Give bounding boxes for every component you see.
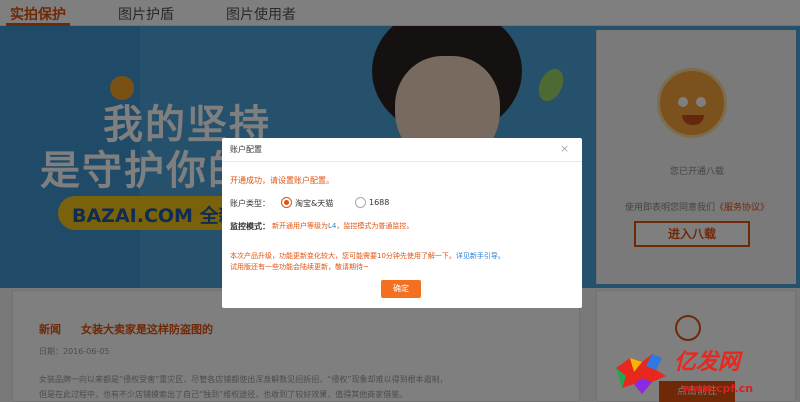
- dialog-title: 账户配置: [230, 145, 262, 154]
- watermark-brand: 亿发网: [674, 349, 741, 375]
- close-icon[interactable]: ×: [560, 142, 569, 155]
- upgrade-notice-line1: 本次产品升级，功能更新变化较大，您可能需要10分钟先使用了解一下。详见新手引导。: [230, 251, 505, 261]
- mode-text-pre: 新开通用户等级为: [272, 222, 328, 230]
- watermark-deer-icon: [616, 354, 666, 394]
- beginner-guide-link[interactable]: 详见新手引导。: [456, 252, 505, 260]
- confirm-button[interactable]: 确定: [381, 280, 421, 298]
- upgrade-notice-text: 本次产品升级，功能更新变化较大，您可能需要10分钟先使用了解一下。: [230, 252, 456, 260]
- option-label-1688[interactable]: 1688: [369, 198, 389, 207]
- site-watermark: 亿发网 www.cpf.cn: [612, 344, 798, 400]
- radio-1688[interactable]: [355, 197, 366, 208]
- account-config-dialog: 账户配置 × 开通成功，请设置账户配置。 账户类型： 淘宝&天猫 1688 监控…: [222, 138, 582, 308]
- monitor-mode-label: 监控模式：: [230, 222, 270, 231]
- radio-taobao-tmall[interactable]: [281, 197, 292, 208]
- success-message: 开通成功，请设置账户配置。: [230, 176, 334, 185]
- option-label-taobao-tmall[interactable]: 淘宝&天猫: [295, 198, 333, 209]
- account-type-label: 账户类型：: [230, 199, 270, 208]
- watermark-url: www.cpf.cn: [682, 382, 754, 395]
- mode-text-post: ，监控模式为普通监控。: [336, 222, 414, 230]
- monitor-mode-text: 新开通用户等级为L4，监控模式为普通监控。: [272, 221, 413, 231]
- upgrade-notice-line2: 试用版还有一些功能会陆续更新，敬请期待~: [230, 263, 369, 271]
- dialog-header: 账户配置 ×: [222, 138, 582, 162]
